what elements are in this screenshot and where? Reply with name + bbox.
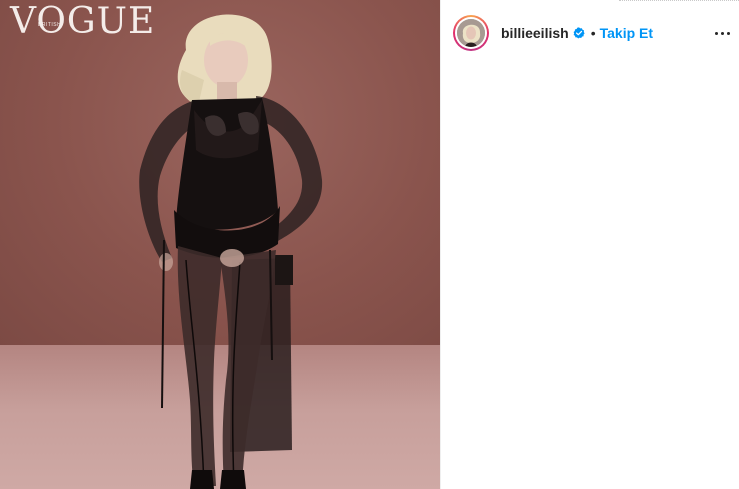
vogue-masthead: VOGUE [10, 1, 156, 42]
vogue-masthead-subtitle: BRITISH [38, 22, 62, 28]
photo-subject-figure [139, 14, 323, 489]
verified-badge-icon [573, 27, 585, 39]
avatar-image-icon [457, 19, 485, 47]
instagram-post: VOGUE BRITISH billieeilish • Takip Et [0, 0, 739, 489]
post-header: billieeilish • Takip Et [441, 0, 739, 66]
post-photo[interactable]: VOGUE BRITISH [0, 0, 440, 489]
avatar[interactable] [457, 19, 485, 47]
header-separator: • [590, 25, 596, 41]
story-ring[interactable] [453, 15, 489, 51]
post-sidebar: billieeilish • Takip Et [440, 0, 739, 489]
follow-button[interactable]: Takip Et [600, 25, 653, 41]
more-options-icon[interactable] [710, 24, 734, 42]
username-link[interactable]: billieeilish [501, 25, 569, 41]
